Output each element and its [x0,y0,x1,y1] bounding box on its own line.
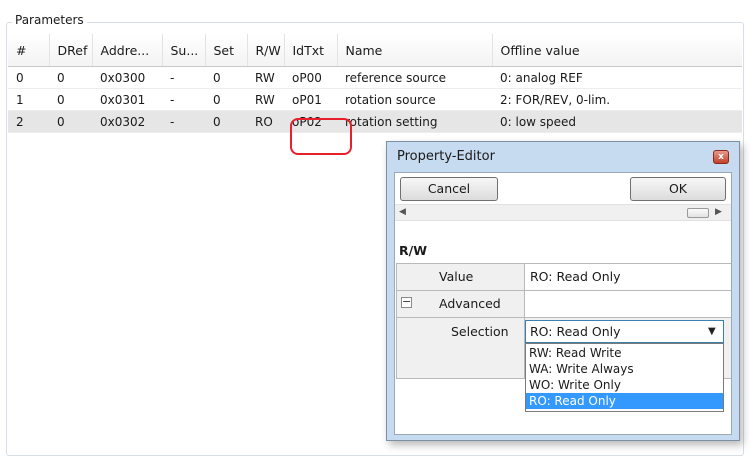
cell-name[interactable]: rotation source [337,88,492,111]
close-button[interactable]: x [713,150,729,164]
cell-dref[interactable]: 0 [49,110,92,133]
col-header-dref[interactable]: DRef [49,34,93,67]
rw-cell-highlight [290,118,352,155]
dialog-body: Cancel OK ◀ ▶ R/W Value RO: Read Only − … [394,172,732,435]
chevron-down-icon[interactable]: ▼ [708,324,716,340]
table-header-row: # DRef Addre... Su... Set R/W IdTxt Name… [8,34,742,67]
dropdown-option[interactable]: RW: Read Write [526,345,723,361]
cell-idtxt[interactable]: oP00 [284,66,337,89]
grid-line [396,317,731,318]
cell-index[interactable]: 1 [8,88,49,111]
category-label: R/W [399,243,427,258]
cell-rw[interactable]: RO [247,110,284,133]
cell-set[interactable]: 0 [205,88,247,111]
cell-index[interactable]: 2 [8,110,49,133]
col-header-address[interactable]: Addre... [92,34,163,67]
scroll-left-icon[interactable]: ◀ [399,207,406,217]
property-editor-dialog: Property-Editor x Cancel OK ◀ ▶ R/W Valu… [386,141,740,441]
scroll-thumb[interactable] [687,208,709,218]
cell-dref[interactable]: 0 [49,88,92,111]
close-icon: x [718,152,724,162]
cell-name[interactable]: rotation setting [337,110,492,133]
col-header-index[interactable]: # [8,34,50,67]
advanced-cell-bg [525,291,731,317]
cell-address[interactable]: 0x0301 [92,88,162,111]
cell-name[interactable]: reference source [337,66,492,89]
cell-set[interactable]: 0 [205,66,247,89]
dropdown-option[interactable]: WA: Write Always [526,361,723,377]
property-label-advanced: Advanced [439,296,501,311]
property-label-value: Value [439,269,474,284]
collapse-icon[interactable]: − [401,296,412,308]
cell-offline-value[interactable]: 2: FOR/REV, 0-lim. [492,88,742,111]
cell-sub[interactable]: - [162,66,205,89]
cell-sub[interactable]: - [162,88,205,111]
col-header-name[interactable]: Name [337,34,493,67]
dialog-title: Property-Editor [397,149,495,164]
horizontal-scrollbar[interactable]: ◀ ▶ [395,204,731,221]
col-header-rw[interactable]: R/W [247,34,285,67]
table-row[interactable]: 0 0 0x0300 - 0 RW oP00 reference source … [8,66,742,89]
cell-offline-value[interactable]: 0: analog REF [492,66,742,89]
table-row-selected[interactable]: 2 0 0x0302 - 0 RO oP02 rotation setting … [8,110,742,133]
cell-offline-value[interactable]: 0: low speed [492,110,742,133]
selection-dropdown[interactable]: RO: Read Only ▼ [525,320,724,343]
cell-index[interactable]: 0 [8,66,49,89]
cell-idtxt[interactable]: oP01 [284,88,337,111]
cell-address[interactable]: 0x0302 [92,110,162,133]
group-title: Parameters [12,12,87,28]
col-header-idtxt[interactable]: IdTxt [284,34,338,67]
col-header-offline-value[interactable]: Offline value [492,34,742,67]
cell-rw[interactable]: RW [247,66,284,89]
scroll-right-icon[interactable]: ▶ [715,207,722,217]
cell-dref[interactable]: 0 [49,66,92,89]
cell-address[interactable]: 0x0300 [92,66,162,89]
parameters-table: # DRef Addre... Su... Set R/W IdTxt Name… [8,34,742,133]
col-header-set[interactable]: Set [205,34,248,67]
cell-set[interactable]: 0 [205,110,247,133]
ok-button[interactable]: OK [630,177,726,201]
dropdown-option[interactable]: WO: Write Only [526,377,723,393]
property-value[interactable]: RO: Read Only [530,264,621,290]
dropdown-list: RW: Read Write WA: Write Always WO: Writ… [525,343,724,412]
cell-rw[interactable]: RW [247,88,284,111]
grid-line [396,263,397,379]
col-header-sub[interactable]: Su... [162,34,206,67]
cancel-button[interactable]: Cancel [400,177,498,201]
cell-sub[interactable]: - [162,110,205,133]
dropdown-option-selected[interactable]: RO: Read Only [526,393,723,409]
table-row[interactable]: 1 0 0x0301 - 0 RW oP01 rotation source 2… [8,88,742,111]
dropdown-selected-value: RO: Read Only [530,324,621,339]
property-label-selection: Selection [451,324,509,339]
